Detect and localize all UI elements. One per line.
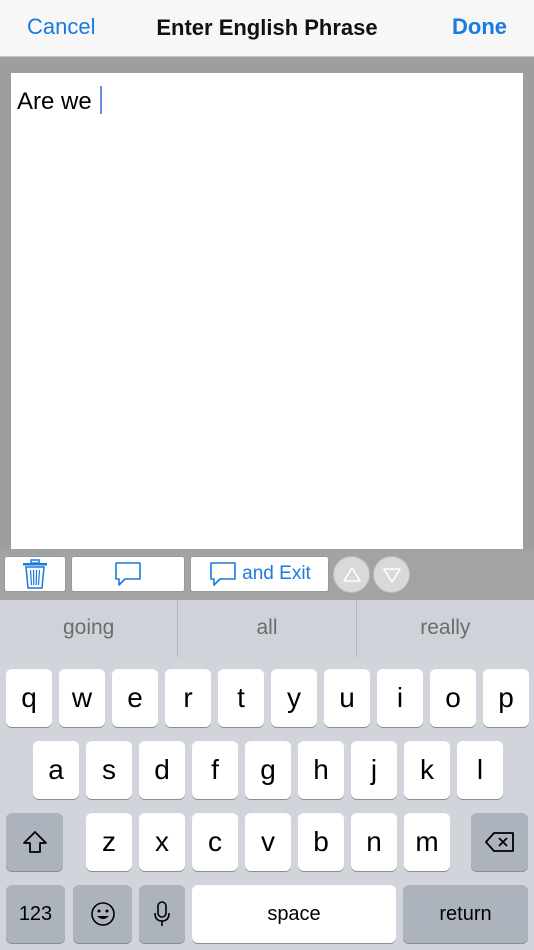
triangle-up-icon bbox=[342, 566, 361, 582]
key-e[interactable]: e bbox=[112, 669, 158, 727]
phrase-text-area[interactable]: Are we bbox=[11, 73, 523, 551]
key-a[interactable]: a bbox=[33, 741, 79, 799]
previous-phrase-button[interactable] bbox=[333, 556, 370, 593]
key-o[interactable]: o bbox=[430, 669, 476, 727]
key-t[interactable]: t bbox=[218, 669, 264, 727]
keyboard: q w e r t y u i o p a s d f g h j k l z … bbox=[0, 657, 534, 950]
speech-bubble-icon bbox=[115, 562, 141, 586]
key-d[interactable]: d bbox=[139, 741, 185, 799]
key-v[interactable]: v bbox=[245, 813, 291, 871]
key-c[interactable]: c bbox=[192, 813, 238, 871]
key-y[interactable]: y bbox=[271, 669, 317, 727]
speak-button[interactable] bbox=[71, 556, 185, 592]
speech-bubble-icon bbox=[210, 562, 236, 586]
key-i[interactable]: i bbox=[377, 669, 423, 727]
key-k[interactable]: k bbox=[404, 741, 450, 799]
key-u[interactable]: u bbox=[324, 669, 370, 727]
done-button[interactable]: Done bbox=[452, 14, 507, 40]
speak-and-exit-label: and Exit bbox=[242, 563, 311, 584]
return-key[interactable]: return bbox=[403, 885, 528, 943]
key-z[interactable]: z bbox=[86, 813, 132, 871]
key-f[interactable]: f bbox=[192, 741, 238, 799]
numbers-key[interactable]: 123 bbox=[6, 885, 65, 943]
emoji-key[interactable] bbox=[73, 885, 132, 943]
key-p[interactable]: p bbox=[483, 669, 529, 727]
triangle-down-icon bbox=[382, 567, 401, 583]
microphone-icon bbox=[154, 901, 170, 926]
speak-and-exit-button[interactable]: and Exit bbox=[190, 556, 329, 592]
suggestion-going[interactable]: going bbox=[0, 600, 177, 657]
key-h[interactable]: h bbox=[298, 741, 344, 799]
suggestion-all[interactable]: all bbox=[177, 600, 355, 657]
key-l[interactable]: l bbox=[457, 741, 503, 799]
next-phrase-button[interactable] bbox=[373, 556, 410, 593]
emoji-icon bbox=[90, 902, 115, 926]
key-x[interactable]: x bbox=[139, 813, 185, 871]
key-j[interactable]: j bbox=[351, 741, 397, 799]
suggestion-really[interactable]: really bbox=[355, 600, 534, 657]
shift-icon bbox=[22, 831, 47, 853]
backspace-icon bbox=[484, 832, 514, 852]
navigation-bar: Cancel Enter English Phrase Done bbox=[0, 0, 534, 57]
delete-button[interactable] bbox=[4, 556, 66, 592]
trash-icon bbox=[23, 559, 47, 589]
key-r[interactable]: r bbox=[165, 669, 211, 727]
phrase-toolbar: and Exit bbox=[0, 549, 534, 600]
phrase-text: Are we bbox=[17, 86, 103, 116]
predictive-bar: going all really bbox=[0, 600, 534, 657]
key-s[interactable]: s bbox=[86, 741, 132, 799]
key-m[interactable]: m bbox=[404, 813, 450, 871]
key-g[interactable]: g bbox=[245, 741, 291, 799]
text-caret bbox=[100, 86, 103, 114]
key-n[interactable]: n bbox=[351, 813, 397, 871]
backspace-key[interactable] bbox=[471, 813, 528, 871]
key-w[interactable]: w bbox=[59, 669, 105, 727]
key-b[interactable]: b bbox=[298, 813, 344, 871]
shift-key[interactable] bbox=[6, 813, 63, 871]
dictation-key[interactable] bbox=[139, 885, 185, 943]
phrase-text-value: Are we bbox=[17, 88, 92, 115]
key-q[interactable]: q bbox=[6, 669, 52, 727]
space-key[interactable]: space bbox=[192, 885, 396, 943]
